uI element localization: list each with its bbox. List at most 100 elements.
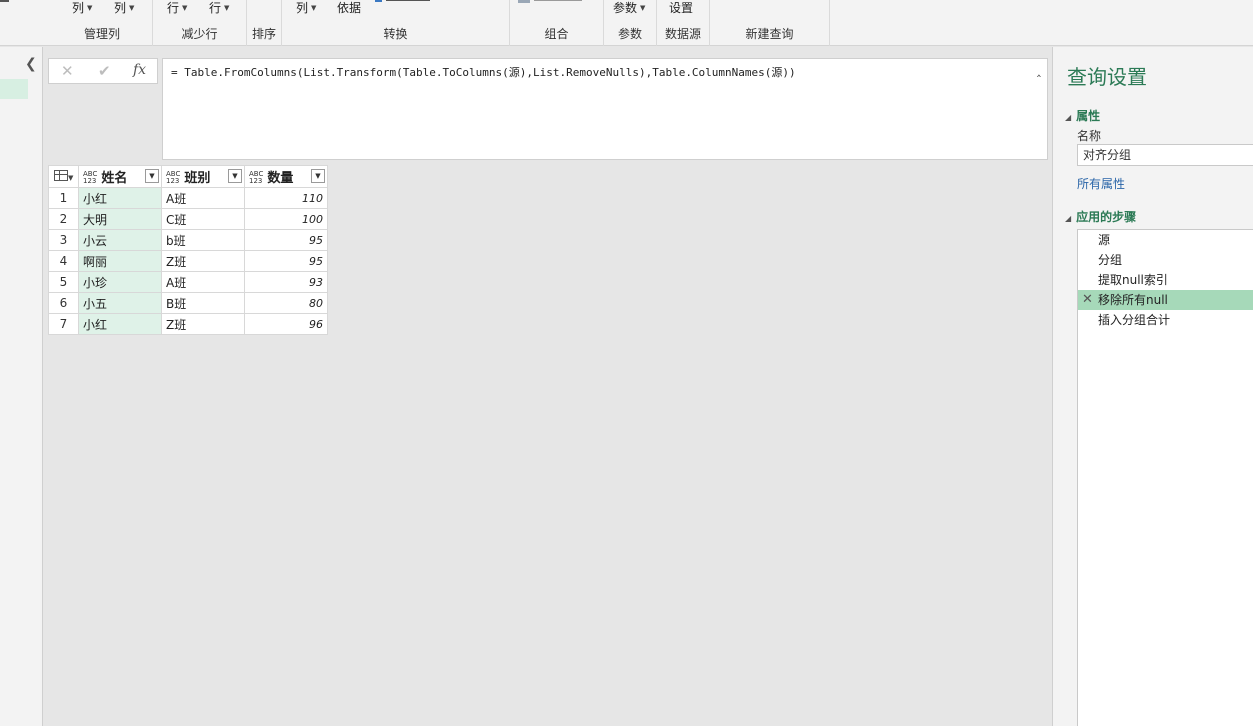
cell-class[interactable]: b班 (161, 229, 245, 251)
replace-values-icon[interactable] (375, 0, 382, 2)
step-item[interactable]: 分组 (1078, 250, 1253, 270)
collapse-triangle-icon[interactable]: ◢ (1065, 214, 1071, 223)
cell-class[interactable]: A班 (161, 271, 245, 293)
combine-files-icon[interactable] (518, 0, 530, 3)
cell-name[interactable]: 大明 (78, 208, 162, 230)
table-row: 6 小五 B班 80 (48, 292, 328, 314)
confirm-icon[interactable]: ✔ (98, 62, 111, 80)
cell-qty[interactable]: 80 (244, 292, 328, 314)
filter-dropdown-icon[interactable]: ▼ (145, 169, 159, 183)
ribbon-group-label: 新建查询 (745, 27, 794, 41)
row-number: 1 (48, 187, 79, 209)
ribbon-group-reduce-rows: 行 ▼ 行 ▼ 减少行 (153, 0, 247, 46)
row-number: 5 (48, 271, 79, 293)
ribbon-group-label: 转换 (383, 27, 408, 41)
ribbon-group-label: 数据源 (664, 27, 701, 41)
query-settings-pane: 查询设置 ◢ 属性 名称 对齐分组 所有属性 ◢ 应用的步骤 源 分组 提取null… (1052, 47, 1253, 726)
ribbon: 列 ▼ 列 ▼ 管理列 行 ▼ 行 ▼ 减少行 排序 列 ▼ 依据 转换 组合 参数 ▼ 参… (0, 0, 1253, 46)
collapse-triangle-icon[interactable]: ◢ (1065, 113, 1071, 122)
ribbon-group-manage-columns: 列 ▼ 列 ▼ 管理列 (52, 0, 153, 46)
ribbon-group-transform: 列 ▼ 依据 转换 (282, 0, 510, 46)
step-item[interactable]: 源 (1078, 230, 1253, 250)
cell-name[interactable]: 小珍 (78, 271, 162, 293)
row-number: 4 (48, 250, 79, 272)
table-row: 4 啊丽 Z班 95 (48, 250, 328, 272)
split-column-button[interactable]: 列 ▼ (296, 0, 316, 16)
selected-query-indicator[interactable] (0, 79, 28, 99)
manage-parameters-button[interactable]: 参数 ▼ (613, 0, 645, 16)
filter-dropdown-icon[interactable]: ▼ (311, 169, 325, 183)
type-any-icon[interactable]: ABC 123 (166, 171, 180, 185)
fx-icon[interactable]: fx (133, 62, 146, 78)
combine-files-button[interactable] (534, 0, 582, 1)
formula-text[interactable]: = Table.FromColumns(List.Transform(Table… (171, 64, 796, 80)
ribbon-group-sort: 排序 (247, 0, 282, 46)
applied-steps-list: 源 分组 提取null索引 ✕ 移除所有null 插入分组合计 (1077, 229, 1253, 726)
remove-columns-button[interactable]: 列 ▼ (114, 0, 134, 16)
ribbon-group-label: 减少行 (181, 27, 218, 41)
table-row: 5 小珍 A班 93 (48, 271, 328, 293)
cell-name[interactable]: 小云 (78, 229, 162, 251)
formula-buttons: ✕ ✔ fx (48, 58, 158, 84)
cell-name[interactable]: 小红 (78, 313, 162, 335)
cell-qty[interactable]: 100 (244, 208, 328, 230)
type-any-icon[interactable]: ABC 123 (249, 171, 263, 185)
cancel-icon[interactable]: ✕ (61, 62, 74, 80)
step-item[interactable]: 提取null索引 (1078, 270, 1253, 290)
column-header-class[interactable]: ABC 123 班别 ▼ (161, 165, 245, 188)
data-preview-table: ▼ ABC 123 姓名 ▼ ABC 123 班别 ▼ ABC 123 数量 ▼ 1 小红 … (48, 165, 328, 335)
expand-formula-icon[interactable]: ‸ (1037, 63, 1041, 77)
table-menu-icon[interactable]: ▼ (48, 165, 79, 188)
row-number: 7 (48, 313, 79, 335)
table-row: 1 小红 A班 110 (48, 187, 328, 209)
cell-qty[interactable]: 95 (244, 229, 328, 251)
ribbon-group-combine: 组合 (510, 0, 604, 46)
name-label: 名称 (1077, 129, 1102, 143)
cell-class[interactable]: Z班 (161, 313, 245, 335)
ribbon-group-label: 排序 (251, 27, 276, 41)
queries-pane-collapsed: ❮ (0, 47, 43, 726)
cell-qty[interactable]: 96 (244, 313, 328, 335)
cell-class[interactable]: A班 (161, 187, 245, 209)
column-header-qty[interactable]: ABC 123 数量 ▼ (244, 165, 328, 188)
replace-values-button[interactable] (386, 0, 430, 1)
delete-step-icon[interactable]: ✕ (1082, 290, 1093, 310)
row-number: 3 (48, 229, 79, 251)
formula-bar[interactable]: = Table.FromColumns(List.Transform(Table… (162, 58, 1048, 160)
table-row: 2 大明 C班 100 (48, 208, 328, 230)
type-any-icon[interactable]: ABC 123 (83, 171, 97, 185)
group-by-button[interactable]: 依据 (337, 0, 361, 16)
query-settings-title: 查询设置 (1067, 65, 1147, 89)
table-row: 3 小云 b班 95 (48, 229, 328, 251)
ribbon-group-label: 组合 (544, 27, 569, 41)
ribbon-group-parameters: 参数 ▼ 参数 (604, 0, 657, 46)
keep-rows-button[interactable]: 行 ▼ (167, 0, 187, 16)
cell-name[interactable]: 啊丽 (78, 250, 162, 272)
remove-rows-button[interactable]: 行 ▼ (209, 0, 229, 16)
ribbon-group-new-query: 新建查询 (710, 0, 830, 46)
cell-name[interactable]: 小五 (78, 292, 162, 314)
ribbon-group-datasource: 设置 数据源 (657, 0, 710, 46)
choose-columns-button[interactable]: 列 ▼ (72, 0, 92, 16)
ribbon-group-label: 参数 (617, 27, 642, 41)
cell-class[interactable]: C班 (161, 208, 245, 230)
row-number: 2 (48, 208, 79, 230)
collapse-left-icon[interactable]: ❮ (25, 56, 37, 72)
row-number: 6 (48, 292, 79, 314)
applied-steps-section-header[interactable]: ◢ 应用的步骤 (1065, 208, 1136, 225)
cell-qty[interactable]: 95 (244, 250, 328, 272)
cell-class[interactable]: B班 (161, 292, 245, 314)
datasource-settings-button[interactable]: 设置 (669, 0, 693, 16)
step-item-active[interactable]: ✕ 移除所有null (1078, 290, 1253, 310)
table-header-row: ▼ ABC 123 姓名 ▼ ABC 123 班别 ▼ ABC 123 数量 ▼ (48, 165, 328, 188)
step-item[interactable]: 插入分组合计 (1078, 310, 1253, 330)
filter-dropdown-icon[interactable]: ▼ (228, 169, 242, 183)
all-properties-link[interactable]: 所有属性 (1077, 175, 1125, 192)
cell-name[interactable]: 小红 (78, 187, 162, 209)
query-name-input[interactable]: 对齐分组 (1077, 144, 1253, 166)
column-header-name[interactable]: ABC 123 姓名 ▼ (78, 165, 162, 188)
properties-section-header[interactable]: ◢ 属性 (1065, 107, 1100, 124)
cell-class[interactable]: Z班 (161, 250, 245, 272)
cell-qty[interactable]: 110 (244, 187, 328, 209)
cell-qty[interactable]: 93 (244, 271, 328, 293)
